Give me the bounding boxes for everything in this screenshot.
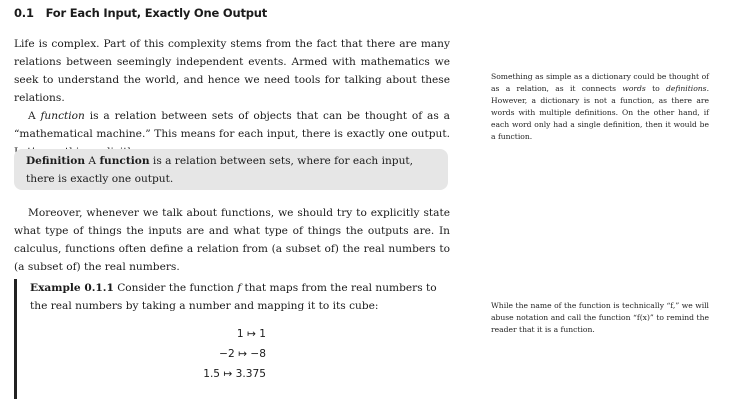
example-before: Consider the function [117,282,238,294]
mapping-row-1: 1 ↦ 1 [236,328,266,340]
definition-box: Definition A function is a relation betw… [14,149,448,190]
definition-label: Definition [26,155,86,167]
sidenote-notation: While the name of the function is techni… [491,301,709,334]
sidenote-dict-words: words [622,84,646,93]
intro-text: Life is complex. Part of this complexity… [14,35,450,161]
paragraph-3-text: Moreover, whenever we talk about functio… [14,207,450,273]
function-term: function [40,110,85,122]
example-label: Example 0.1.1 [30,282,114,294]
mapping-row-2: −2 ↦ −8 [219,348,266,360]
mapping-list: 1 ↦ 1 −2 ↦ −8 1.5 ↦ 3.375 [196,324,266,384]
intro-paragraph-1: Life is complex. Part of this complexity… [14,38,450,104]
definition-after: is a relation between sets, where for ea… [26,155,414,185]
intro-p2-before: A [28,110,41,122]
section-heading: 0.1 For Each Input, Exactly One Output [14,6,267,20]
section-title: For Each Input, Exactly One Output [45,6,268,20]
section-number: 0.1 [14,6,34,20]
sidenote-dict-mid: to [645,84,666,93]
sidenote-dict-defs: definitions [666,84,707,93]
sidenote-dictionary: Something as simple as a dictionary coul… [491,71,709,143]
paragraph-3: Moreover, whenever we talk about functio… [14,204,450,276]
definition-before: A [88,155,100,167]
mapping-row-3: 1.5 ↦ 3.375 [203,368,266,380]
definition-term: function [99,155,150,167]
